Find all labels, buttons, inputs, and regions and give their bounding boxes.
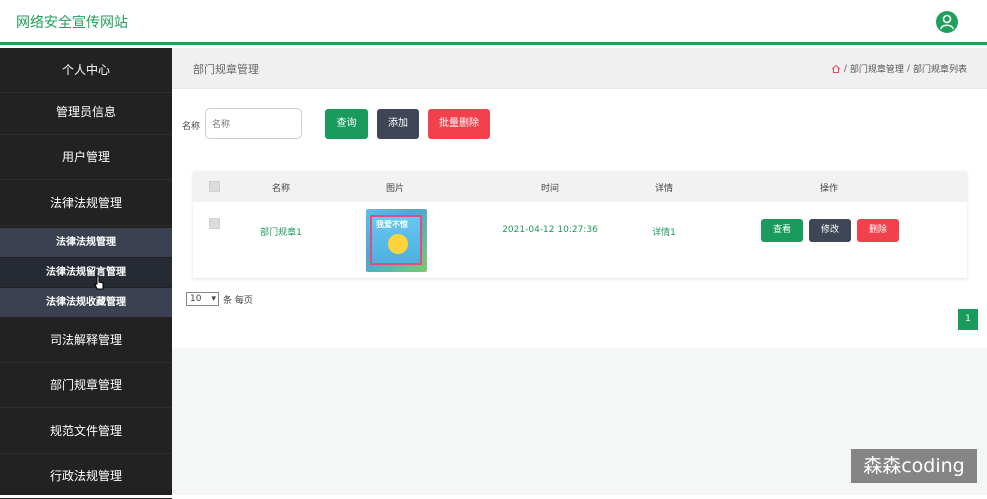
breadcrumb-level1[interactable]: 部门规章管理 xyxy=(850,62,904,75)
breadcrumb-separator: / xyxy=(843,63,847,74)
breadcrumb: / 部门规章管理 / 部门规章列表 xyxy=(831,62,967,75)
data-table: 名称 图片 时间 详情 操作 部门规章1 我爱不惊 2021-04-12 10:… xyxy=(193,171,967,278)
table-header: 名称 图片 时间 详情 操作 xyxy=(193,171,967,202)
search-input[interactable] xyxy=(205,108,302,139)
batch-delete-button[interactable]: 批量删除 xyxy=(428,109,490,139)
sidebar-item-admin-info[interactable]: 管理员信息 xyxy=(0,90,172,135)
sidebar-item-personal-center[interactable]: 个人中心 xyxy=(0,48,172,93)
top-header: 网络安全宣传网站 xyxy=(0,0,987,45)
hand-cursor-icon xyxy=(94,275,104,290)
row-checkbox[interactable] xyxy=(209,218,220,229)
row-image: 我爱不惊 xyxy=(366,209,427,272)
sidebar-item-judicial-interpretation[interactable]: 司法解释管理 xyxy=(0,318,172,363)
page-header-bar: 部门规章管理 / 部门规章管理 / 部门规章列表 xyxy=(172,48,987,89)
breadcrumb-level2: 部门规章列表 xyxy=(912,65,967,75)
row-time: 2021-04-12 10:27:36 xyxy=(502,225,598,235)
page-size-suffix: 条 每页 xyxy=(223,295,253,306)
search-label: 名称 xyxy=(182,122,201,132)
query-button[interactable]: 查询 xyxy=(325,109,368,139)
page-title: 部门规章管理 xyxy=(193,63,259,76)
page-size-control: 10 条 每页 xyxy=(186,292,253,306)
page-size-select[interactable]: 10 xyxy=(186,292,219,306)
add-button[interactable]: 添加 xyxy=(377,109,419,139)
delete-button[interactable]: 删除 xyxy=(857,219,899,242)
watermark: 森森coding xyxy=(851,449,977,483)
sidebar-item-user-management[interactable]: 用户管理 xyxy=(0,135,172,180)
row-name: 部门规章1 xyxy=(260,228,302,238)
column-header-time: 时间 xyxy=(540,184,560,194)
sidebar-item-normative-documents[interactable]: 规范文件管理 xyxy=(0,409,172,454)
sidebar-subitem-laws-comments[interactable]: 法律法规留言管理 xyxy=(0,258,172,287)
sidebar-item-laws-management[interactable]: 法律法规管理 xyxy=(0,181,172,226)
app-title: 网络安全宣传网站 xyxy=(16,15,128,31)
column-header-image: 图片 xyxy=(385,184,405,194)
sidebar-subitem-laws-favorites[interactable]: 法律法规收藏管理 xyxy=(0,288,172,317)
breadcrumb-separator: / xyxy=(906,63,910,74)
column-header-detail: 详情 xyxy=(654,184,674,194)
select-all-checkbox[interactable] xyxy=(209,181,220,192)
sidebar: 个人中心 管理员信息 用户管理 法律法规管理 法律法规管理 法律法规留言管理 法… xyxy=(0,48,172,499)
sidebar-item-administrative-regulations[interactable]: 行政法规管理 xyxy=(0,454,172,499)
column-header-name: 名称 xyxy=(271,184,291,194)
sidebar-item-department-rules[interactable]: 部门规章管理 xyxy=(0,363,172,408)
sidebar-subitem-laws[interactable]: 法律法规管理 xyxy=(0,228,172,257)
duck-illustration xyxy=(388,234,408,254)
book-cover-title: 我爱不惊 xyxy=(376,220,408,229)
pagination-current-page[interactable]: 1 xyxy=(958,309,978,330)
main-area: 部门规章管理 / 部门规章管理 / 部门规章列表 名称 查询 添加 批量删除 名… xyxy=(172,48,987,495)
view-button[interactable]: 查看 xyxy=(761,219,803,242)
home-icon[interactable] xyxy=(831,64,841,74)
column-header-actions: 操作 xyxy=(819,184,839,194)
row-detail: 详情1 xyxy=(652,228,676,238)
user-avatar-icon[interactable] xyxy=(936,11,958,33)
edit-button[interactable]: 修改 xyxy=(809,219,851,242)
content-panel: 名称 查询 添加 批量删除 名称 图片 时间 详情 操作 部门规章1 我爱不惊 xyxy=(172,89,987,348)
